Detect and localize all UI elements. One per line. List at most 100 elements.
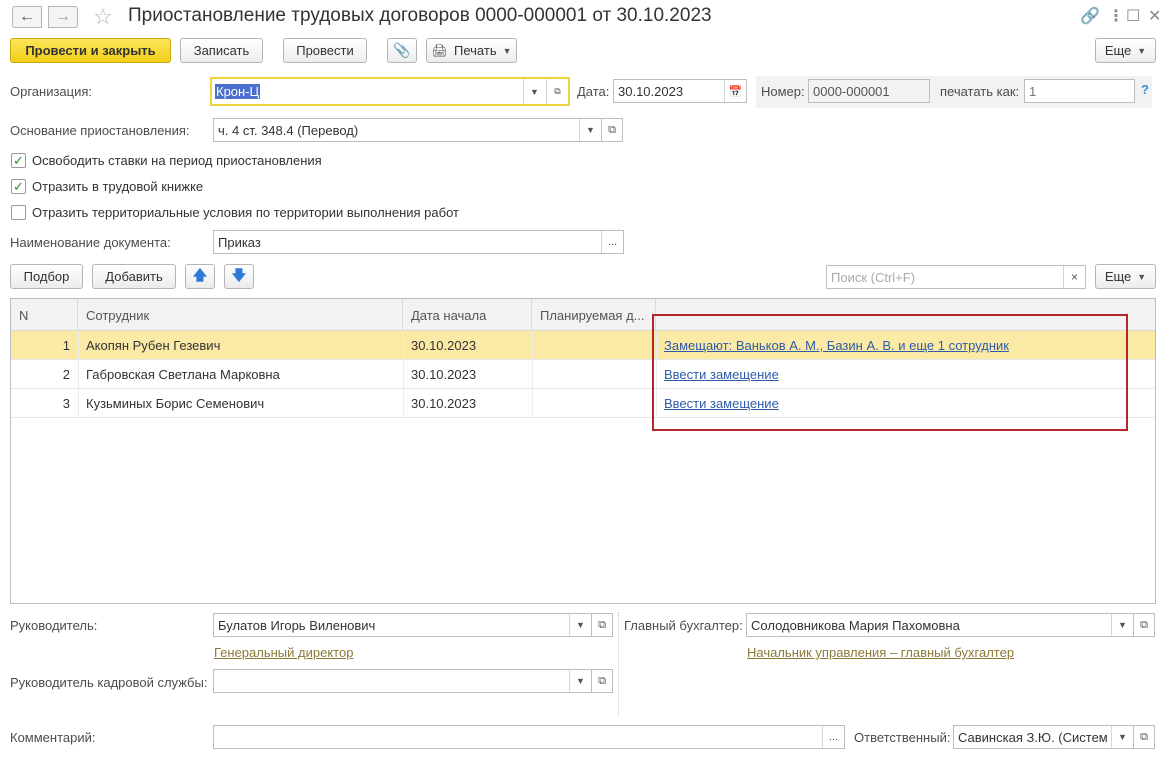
territorial-label: Отразить территориальные условия по терр… bbox=[32, 205, 459, 220]
responsible-field[interactable]: Савинская З.Ю. (Систем ▼ bbox=[953, 725, 1134, 749]
arrow-left-icon: ← bbox=[19, 8, 35, 25]
chevron-down-icon: ▼ bbox=[1137, 271, 1147, 282]
organization-field[interactable]: Крон-Ц ▼ ⧉ bbox=[210, 77, 570, 106]
date-value: 30.10.2023 bbox=[618, 83, 684, 99]
basis-open-button[interactable]: ⧉ bbox=[601, 118, 623, 142]
row-number: 3 bbox=[62, 396, 70, 411]
doc-name-select-button[interactable]: ... bbox=[601, 231, 623, 253]
post-button[interactable]: Провести bbox=[283, 38, 367, 63]
column-header-n[interactable]: N bbox=[11, 299, 78, 331]
save-button[interactable]: Записать bbox=[180, 38, 263, 63]
hr-head-field[interactable]: ▼ bbox=[213, 669, 592, 693]
open-window-icon: ⧉ bbox=[608, 123, 616, 136]
help-icon[interactable]: ? bbox=[1141, 82, 1149, 97]
planned-date bbox=[532, 360, 656, 389]
chevron-down-icon: ▼ bbox=[1118, 732, 1127, 742]
divider bbox=[618, 612, 619, 716]
printer-icon: 🖨 bbox=[431, 42, 448, 58]
clear-search-button[interactable]: × bbox=[1063, 266, 1085, 288]
move-down-button[interactable]: 🡇 bbox=[224, 264, 254, 289]
pick-button[interactable]: Подбор bbox=[10, 264, 83, 289]
back-button[interactable]: ← bbox=[12, 6, 42, 28]
free-rates-label: Освободить ставки на период приостановле… bbox=[32, 153, 322, 168]
organization-label: Организация: bbox=[10, 84, 93, 99]
responsible-open-button[interactable]: ⧉ bbox=[1133, 725, 1155, 749]
arrow-down-icon: 🡇 bbox=[231, 266, 247, 283]
open-window-icon: ⧉ bbox=[598, 674, 606, 687]
search-placeholder: Поиск (Ctrl+F) bbox=[831, 269, 916, 285]
print-as-label: печатать как: bbox=[940, 84, 1020, 99]
calendar-button[interactable]: 📅 bbox=[724, 80, 746, 102]
column-header-start-date[interactable]: Дата начала bbox=[403, 299, 532, 331]
planned-date bbox=[532, 331, 656, 360]
comment-field[interactable]: ... bbox=[213, 725, 845, 749]
chief-accountant-dropdown-button[interactable]: ▼ bbox=[1111, 614, 1133, 636]
link-icon[interactable]: 🔗 bbox=[1080, 6, 1100, 26]
print-button[interactable]: 🖨 Печать ▼ bbox=[426, 38, 517, 63]
chevron-down-icon: ▼ bbox=[530, 86, 539, 97]
hr-head-open-button[interactable]: ⧉ bbox=[591, 669, 613, 693]
head-dropdown-button[interactable]: ▼ bbox=[569, 614, 591, 636]
start-date: 30.10.2023 bbox=[411, 367, 477, 382]
head-position-link[interactable]: Генеральный директор bbox=[214, 645, 353, 660]
column-divider bbox=[532, 331, 533, 418]
organization-dropdown-button[interactable]: ▼ bbox=[523, 79, 545, 104]
work-book-checkbox[interactable]: ✓ bbox=[11, 179, 26, 194]
post-and-close-button[interactable]: Провести и закрыть bbox=[10, 38, 171, 63]
number-field[interactable]: 0000-000001 bbox=[808, 79, 930, 103]
head-open-button[interactable]: ⧉ bbox=[591, 613, 613, 637]
chevron-down-icon: ▼ bbox=[1118, 620, 1127, 630]
basis-field[interactable]: ч. 4 ст. 348.4 (Перевод) ▼ bbox=[213, 118, 602, 142]
planned-date bbox=[532, 389, 656, 418]
print-label: Печать bbox=[454, 43, 497, 58]
arrow-up-icon: 🡅 bbox=[192, 266, 208, 283]
close-icon: × bbox=[1070, 270, 1078, 284]
chief-accountant-open-button[interactable]: ⧉ bbox=[1133, 613, 1155, 637]
hr-head-dropdown-button[interactable]: ▼ bbox=[569, 670, 591, 692]
basis-value: ч. 4 ст. 348.4 (Перевод) bbox=[218, 122, 359, 138]
star-icon[interactable]: ☆ bbox=[93, 4, 113, 30]
paperclip-icon: 📎 bbox=[393, 42, 411, 58]
chief-accountant-field[interactable]: Солодовникова Мария Пахомовна ▼ bbox=[746, 613, 1134, 637]
maximize-icon[interactable]: ☐ bbox=[1126, 6, 1140, 26]
work-book-label: Отразить в трудовой книжке bbox=[32, 179, 204, 194]
doc-name-field[interactable]: Приказ ... bbox=[213, 230, 624, 254]
employee-name: Габровская Светлана Марковна bbox=[86, 367, 280, 382]
organization-open-button[interactable]: ⧉ bbox=[546, 79, 568, 104]
highlight-frame bbox=[652, 314, 1128, 431]
row-number: 1 bbox=[62, 338, 70, 353]
move-up-button[interactable]: 🡅 bbox=[185, 264, 215, 289]
print-as-input[interactable] bbox=[1024, 79, 1135, 103]
forward-button[interactable]: → bbox=[48, 6, 78, 28]
chevron-down-icon: ▼ bbox=[576, 620, 585, 630]
table-more-button[interactable]: Еще ▼ bbox=[1095, 264, 1156, 289]
basis-label: Основание приостановления: bbox=[10, 123, 190, 138]
open-window-icon: ⧉ bbox=[598, 618, 606, 631]
responsible-dropdown-button[interactable]: ▼ bbox=[1111, 726, 1133, 748]
basis-dropdown-button[interactable]: ▼ bbox=[579, 119, 601, 141]
open-window-icon: ⧉ bbox=[1140, 618, 1148, 631]
close-icon[interactable]: ✕ bbox=[1148, 6, 1161, 26]
organization-value: Крон-Ц bbox=[215, 84, 261, 99]
search-input[interactable]: Поиск (Ctrl+F) × bbox=[826, 265, 1086, 289]
territorial-checkbox[interactable] bbox=[11, 205, 26, 220]
chevron-down-icon: ▼ bbox=[586, 125, 595, 135]
attach-button[interactable]: 📎 bbox=[387, 38, 417, 63]
open-window-icon: ⧉ bbox=[554, 86, 561, 96]
open-window-icon: ⧉ bbox=[1140, 730, 1148, 743]
column-header-employee[interactable]: Сотрудник bbox=[78, 299, 403, 331]
add-button[interactable]: Добавить bbox=[92, 264, 176, 289]
date-field[interactable]: 30.10.2023 📅 bbox=[613, 79, 747, 103]
column-header-planned-date[interactable]: Планируемая д... bbox=[532, 299, 656, 331]
more-button[interactable]: Еще ▼ bbox=[1095, 38, 1156, 63]
date-label: Дата: bbox=[577, 84, 610, 99]
comment-edit-button[interactable]: ... bbox=[822, 726, 844, 748]
head-field[interactable]: Булатов Игорь Виленович ▼ bbox=[213, 613, 592, 637]
head-value: Булатов Игорь Виленович bbox=[218, 617, 376, 633]
chief-accountant-position-link[interactable]: Начальник управления – главный бухгалтер bbox=[747, 645, 1014, 660]
free-rates-checkbox[interactable]: ✓ bbox=[11, 153, 26, 168]
row-number: 2 bbox=[62, 367, 70, 382]
chevron-down-icon: ▼ bbox=[1137, 45, 1147, 56]
ellipsis-icon: ... bbox=[828, 731, 839, 743]
more-vertical-icon[interactable]: ⋮ bbox=[1108, 6, 1124, 26]
